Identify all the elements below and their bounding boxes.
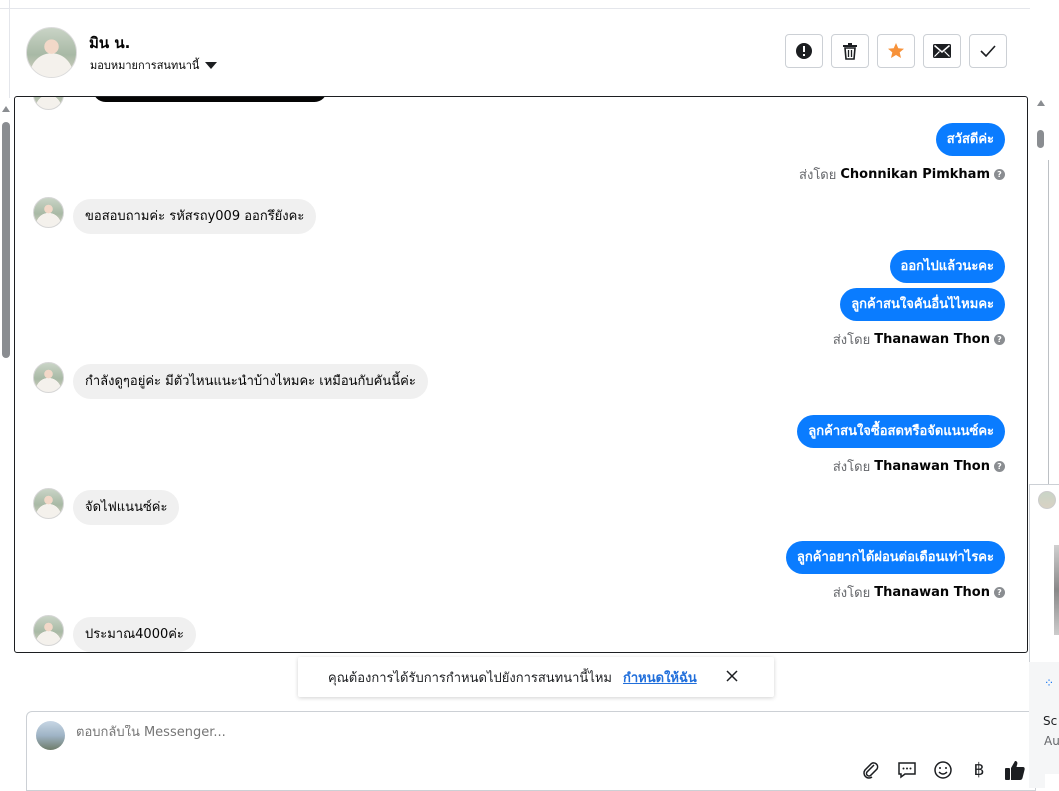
- side-image: [1054, 545, 1059, 635]
- sent-by-prefix: ส่งโดย: [832, 333, 871, 348]
- outgoing-message[interactable]: ออกไปแล้วนะคะ: [889, 250, 1005, 283]
- clipped-message-bubble: [93, 97, 327, 102]
- left-scrollbar[interactable]: [1, 106, 11, 666]
- help-icon[interactable]: ?: [994, 169, 1005, 180]
- contact-name[interactable]: มิน น.: [89, 31, 130, 55]
- top-divider: [0, 8, 1030, 9]
- scrollbar-thumb[interactable]: [2, 122, 10, 358]
- sent-by-prefix: ส่งโดย: [832, 460, 871, 475]
- baht-icon: ฿: [973, 760, 985, 780]
- scroll-up-arrow-icon[interactable]: [2, 106, 10, 112]
- help-icon[interactable]: ?: [994, 461, 1005, 472]
- sent-by-label: ส่งโดย Thanawan Thon ?: [833, 582, 1005, 603]
- sender-name[interactable]: Chonnikan Pimkham: [840, 167, 990, 182]
- paperclip-icon: [863, 762, 879, 779]
- star-icon: [888, 43, 904, 58]
- chat-bubble-icon: [898, 762, 916, 779]
- exclamation-circle-icon: [796, 43, 812, 59]
- mark-unread-button[interactable]: [923, 34, 961, 68]
- scroll-up-arrow-icon[interactable]: [1037, 100, 1045, 106]
- conversation-actions: [785, 34, 1007, 68]
- page-avatar: [36, 721, 65, 750]
- sent-by-label: ส่งโดย Chonnikan Pimkham ?: [799, 164, 1005, 185]
- incoming-message[interactable]: ขอสอบถามค่ะ รหัสรถy009 ออกรึยังคะ: [73, 199, 317, 234]
- incoming-message[interactable]: จัดไฟแนนซ์ค่ะ: [73, 490, 180, 525]
- app-icon: ⁘: [1044, 676, 1055, 690]
- scrollbar-thumb[interactable]: [1037, 130, 1044, 148]
- close-icon[interactable]: [725, 669, 739, 683]
- star-button[interactable]: [877, 34, 915, 68]
- assign-label: มอบหมายการสนทนานี้: [90, 59, 200, 72]
- mark-done-button[interactable]: [969, 34, 1007, 68]
- left-divider: [9, 0, 10, 98]
- side-popup-panel: ⁘ Sc Au: [1029, 484, 1059, 788]
- side-bottom-card: [1045, 774, 1059, 788]
- outgoing-message[interactable]: ลูกค้าอยากได้ผ่อนต่อเดือนเท่าไรคะ: [785, 541, 1005, 574]
- assign-notice-text: คุณต้องการได้รับการกำหนดไปยังการสนทนานี้…: [328, 670, 612, 686]
- delete-button[interactable]: [831, 34, 869, 68]
- side-card[interactable]: [1029, 484, 1059, 664]
- check-icon: [980, 45, 996, 57]
- sender-name[interactable]: Thanawan Thon: [874, 585, 990, 600]
- help-icon[interactable]: ?: [994, 334, 1005, 345]
- payment-button[interactable]: ฿: [966, 758, 992, 782]
- envelope-icon: [933, 44, 951, 58]
- sender-avatar[interactable]: [33, 362, 64, 393]
- emoji-button[interactable]: [930, 758, 956, 782]
- caret-down-icon: [205, 61, 218, 69]
- thumbs-up-icon: [1005, 761, 1025, 780]
- sender-avatar[interactable]: [33, 615, 64, 646]
- sender-avatar: [33, 97, 64, 110]
- sent-by-prefix: ส่งโดย: [832, 586, 871, 601]
- like-button[interactable]: [1002, 758, 1028, 782]
- mark-spam-button[interactable]: [785, 34, 823, 68]
- assign-to-me-link[interactable]: กำหนดให้ฉัน: [623, 667, 697, 688]
- contact-avatar[interactable]: [26, 27, 77, 78]
- sent-by-label: ส่งโดย Thanawan Thon ?: [833, 329, 1005, 350]
- outgoing-message[interactable]: ลูกค้าสนใจซื้อสดหรือจัดแนนซ์คะ: [797, 415, 1005, 448]
- sender-avatar[interactable]: [33, 488, 64, 519]
- sent-by-label: ส่งโดย Thanawan Thon ?: [833, 456, 1005, 477]
- side-text-1: Sc: [1043, 714, 1058, 728]
- incoming-message[interactable]: กำลังดูๆอยู่ค่ะ มีตัวไหนแนะนำบ้างไหมคะ เ…: [73, 364, 428, 399]
- assign-conversation-dropdown[interactable]: มอบหมายการสนทนานี้: [90, 56, 218, 74]
- incoming-message[interactable]: ประมาณ4000ค่ะ: [73, 617, 196, 652]
- attach-button[interactable]: [858, 758, 884, 782]
- message-thread[interactable]: สวัสดีค่ะ ส่งโดย Chonnikan Pimkham ? ขอส…: [14, 96, 1028, 653]
- sender-name[interactable]: Thanawan Thon: [874, 459, 990, 474]
- reply-input[interactable]: [76, 725, 776, 740]
- trash-icon: [843, 42, 857, 60]
- emoji-icon: [934, 761, 952, 779]
- sent-by-prefix: ส่งโดย: [799, 168, 837, 183]
- help-icon[interactable]: ?: [994, 587, 1005, 598]
- outgoing-message[interactable]: สวัสดีค่ะ: [935, 123, 1005, 156]
- sender-avatar[interactable]: [33, 197, 64, 228]
- side-text-2: Au: [1044, 734, 1059, 748]
- saved-replies-button[interactable]: [894, 758, 920, 782]
- outgoing-message[interactable]: ลูกค้าสนใจคันอื่นไไหมคะ: [840, 288, 1005, 321]
- side-avatar: [1038, 491, 1056, 509]
- assign-notice-banner: คุณต้องการได้รับการกำหนดไปยังการสนทนานี้…: [298, 657, 774, 697]
- sender-name[interactable]: Thanawan Thon: [874, 332, 990, 347]
- reply-toolbar: ฿: [858, 758, 1028, 782]
